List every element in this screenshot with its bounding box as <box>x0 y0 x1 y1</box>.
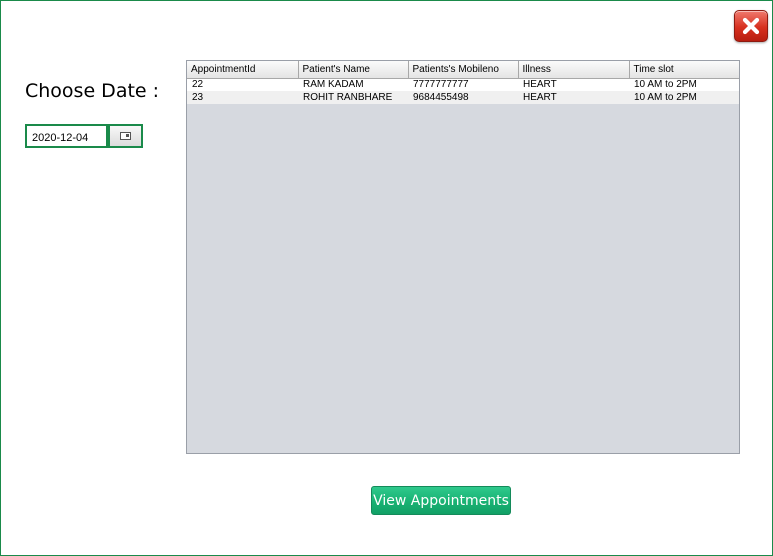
cell-patient-name: ROHIT RANBHARE <box>298 91 408 104</box>
choose-date-label: Choose Date : <box>25 80 160 102</box>
cell-mobile: 9684455498 <box>408 91 518 104</box>
column-header-mobile[interactable]: Patients's Mobileno <box>408 61 519 79</box>
close-x-icon <box>742 17 760 35</box>
calendar-icon <box>120 132 131 140</box>
column-header-appointment-id[interactable]: AppointmentId <box>187 61 299 79</box>
cell-appointment-id: 22 <box>187 78 298 91</box>
cell-mobile: 7777777777 <box>408 78 518 91</box>
cell-illness: HEART <box>518 91 629 104</box>
appointments-window: Choose Date : AppointmentId Patient's Na… <box>0 0 773 556</box>
column-header-illness[interactable]: Illness <box>518 61 630 79</box>
table-header-row: AppointmentId Patient's Name Patients's … <box>187 61 739 79</box>
table-row[interactable]: 23 ROHIT RANBHARE 9684455498 HEART 10 AM… <box>187 91 739 104</box>
appointments-table[interactable]: AppointmentId Patient's Name Patients's … <box>186 60 740 454</box>
cell-patient-name: RAM KADAM <box>298 78 408 91</box>
table-row[interactable]: 22 RAM KADAM 7777777777 HEART 10 AM to 2… <box>187 78 739 91</box>
date-picker-button[interactable] <box>108 124 143 148</box>
column-header-time-slot[interactable]: Time slot <box>629 61 739 79</box>
column-header-patient-name[interactable]: Patient's Name <box>298 61 409 79</box>
close-button[interactable] <box>734 10 768 42</box>
cell-time-slot: 10 AM to 2PM <box>629 78 739 91</box>
view-appointments-button[interactable]: View Appointments <box>371 486 511 515</box>
cell-illness: HEART <box>518 78 629 91</box>
cell-appointment-id: 23 <box>187 91 298 104</box>
cell-time-slot: 10 AM to 2PM <box>629 91 739 104</box>
date-field[interactable] <box>25 124 108 148</box>
